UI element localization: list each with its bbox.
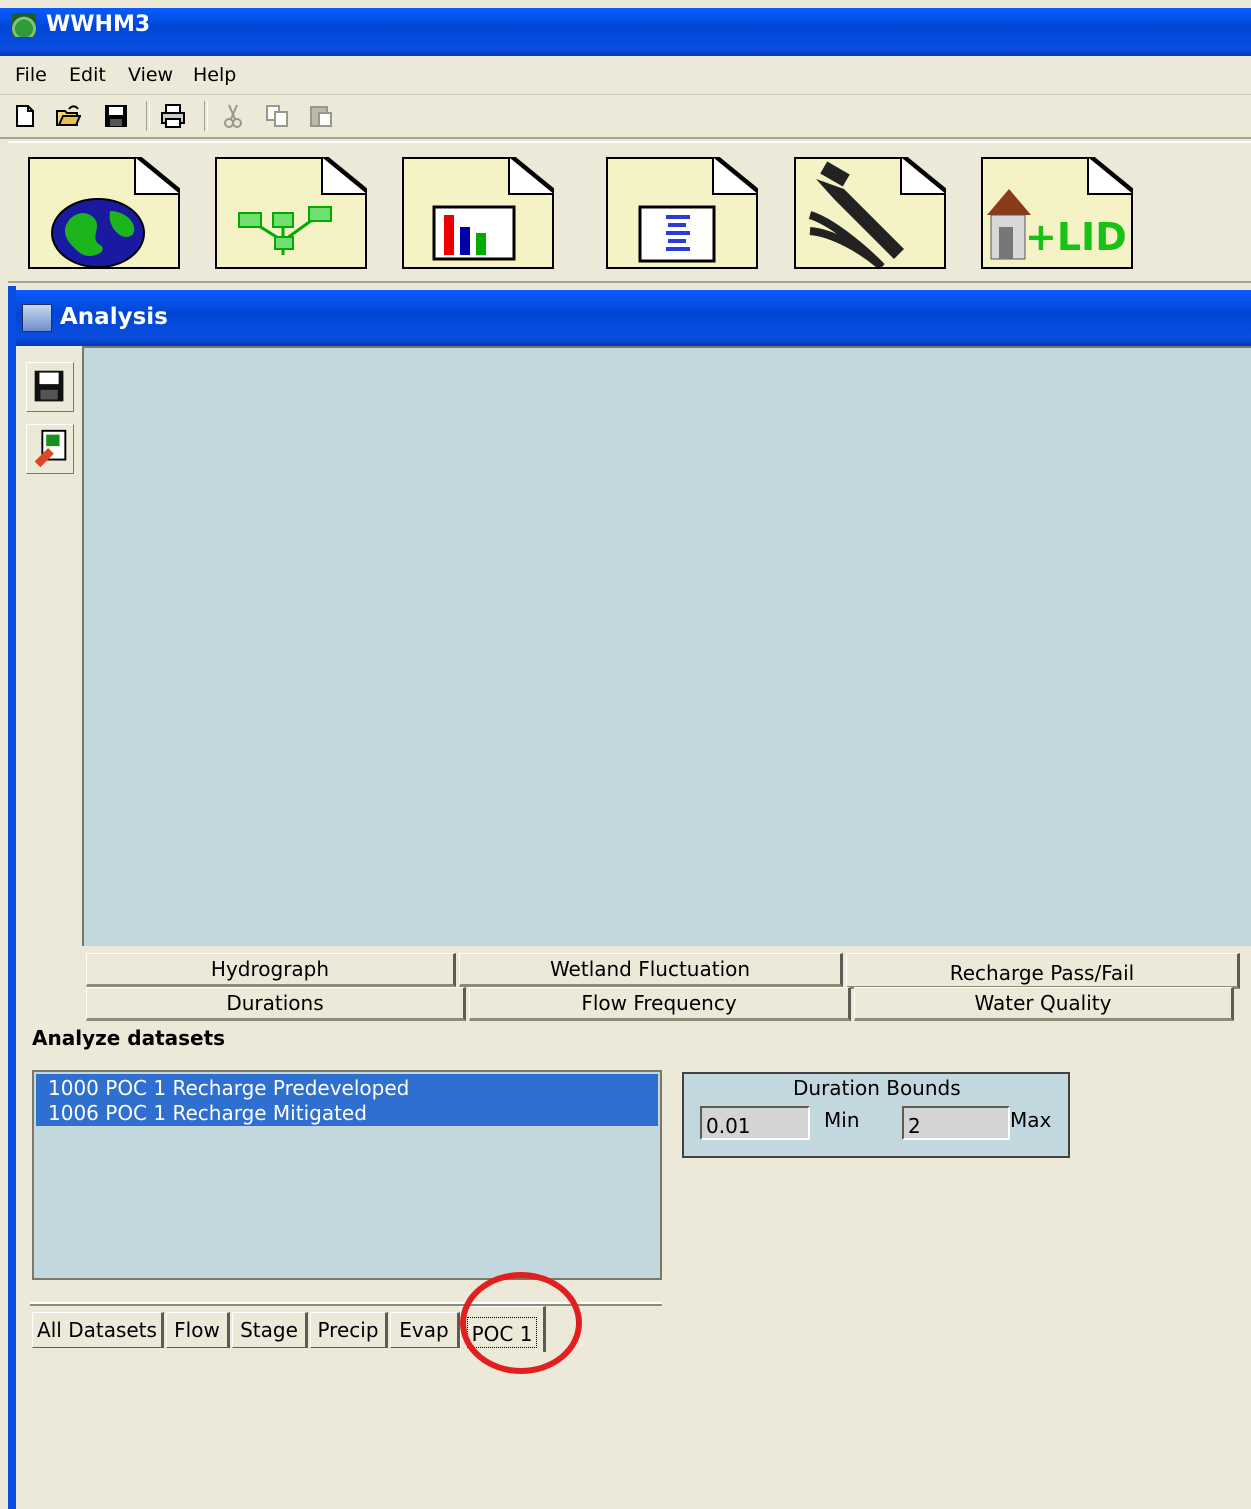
open-folder-icon[interactable] — [55, 103, 81, 129]
page-fold — [712, 157, 758, 195]
tab-all-datasets[interactable]: All Datasets — [32, 1312, 164, 1348]
tab-flow[interactable]: Flow — [166, 1312, 230, 1348]
app-icon — [12, 13, 36, 37]
tab-precip[interactable]: Precip — [310, 1312, 388, 1348]
new-file-icon[interactable] — [12, 103, 38, 129]
duration-max-field[interactable]: 2 — [902, 1106, 1010, 1140]
duration-max-label: Max — [1010, 1108, 1052, 1132]
duration-bounds-panel: Duration Bounds 0.01 Min 2 Max — [682, 1072, 1070, 1158]
page-fold — [900, 157, 946, 195]
analysis-title-bar[interactable] — [16, 290, 1251, 346]
tab-hydrograph[interactable]: Hydrograph — [86, 953, 456, 987]
page-fold — [508, 157, 554, 195]
tab-water-quality[interactable]: Water Quality — [854, 987, 1234, 1021]
title-bar[interactable] — [0, 8, 1251, 56]
dataset-listbox[interactable]: 1000 POC 1 Recharge Predeveloped 1006 PO… — [32, 1070, 662, 1280]
menu-bar: File Edit View Help — [0, 56, 1251, 95]
duration-bounds-title: Duration Bounds — [793, 1076, 961, 1100]
graph-area[interactable] — [82, 346, 1251, 946]
tab-flow-frequency[interactable]: Flow Frequency — [469, 987, 851, 1021]
map-button[interactable] — [28, 157, 180, 269]
save-icon[interactable] — [103, 103, 129, 129]
analyze-datasets-heading: Analyze datasets — [32, 1026, 226, 1050]
duration-min-field[interactable]: 0.01 — [700, 1106, 810, 1140]
page-fold — [134, 157, 180, 195]
duration-min-label: Min — [824, 1108, 860, 1132]
analysis-title: Analysis — [60, 304, 168, 330]
page-fold — [321, 157, 367, 195]
tab-durations[interactable]: Durations — [86, 987, 466, 1021]
page-fold — [1087, 157, 1133, 195]
cut-icon[interactable] — [220, 103, 246, 129]
copy-icon[interactable] — [264, 103, 290, 129]
analysis-side-toolbar — [16, 346, 82, 946]
menu-file[interactable]: File — [15, 64, 47, 86]
toolbar-separator — [204, 101, 208, 131]
toolbar-separator — [146, 101, 150, 131]
analysis-window-icon — [22, 304, 52, 332]
schematic-button[interactable] — [215, 157, 367, 269]
window-title: WWHM3 — [46, 12, 151, 37]
save-icon — [34, 370, 64, 402]
launcher-bar: +LID — [8, 141, 1251, 283]
export-excel-icon — [34, 429, 67, 468]
tab-evap[interactable]: Evap — [390, 1312, 460, 1348]
lid-button[interactable]: +LID — [981, 157, 1133, 269]
menu-edit[interactable]: Edit — [69, 64, 106, 86]
tools-button[interactable] — [794, 157, 946, 269]
dataset-item[interactable]: 1006 POC 1 Recharge Mitigated — [48, 1101, 367, 1125]
paste-icon[interactable] — [308, 103, 334, 129]
report-button[interactable] — [606, 157, 758, 269]
analysis-button[interactable] — [402, 157, 554, 269]
menu-help[interactable]: Help — [193, 64, 236, 86]
print-icon[interactable] — [160, 103, 186, 129]
tab-wetland-fluctuation[interactable]: Wetland Fluctuation — [459, 953, 843, 987]
dataset-item[interactable]: 1000 POC 1 Recharge Predeveloped — [48, 1076, 409, 1100]
save-graph-button[interactable] — [26, 362, 74, 412]
toolbar — [0, 95, 1251, 139]
tab-stage[interactable]: Stage — [232, 1312, 308, 1348]
lid-label: +LID — [1025, 215, 1127, 259]
tab-recharge-pass-fail[interactable]: Recharge Pass/Fail — [846, 953, 1240, 989]
menu-view[interactable]: View — [128, 64, 173, 86]
highlight-circle — [460, 1272, 582, 1374]
export-excel-button[interactable] — [26, 424, 74, 474]
